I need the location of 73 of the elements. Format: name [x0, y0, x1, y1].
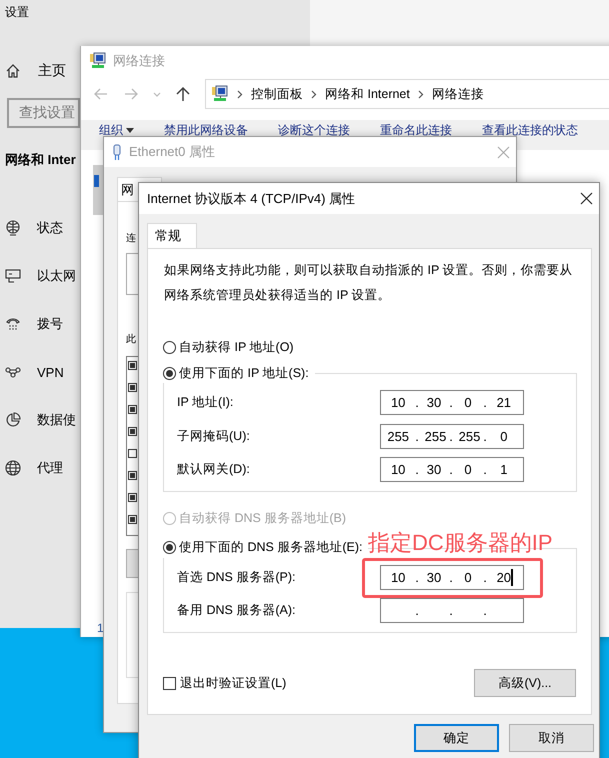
window-title: 设置	[5, 5, 29, 19]
breadcrumb-item[interactable]: 控制面板	[251, 86, 303, 102]
checkbox[interactable]	[128, 361, 137, 370]
chevron-icon	[311, 90, 317, 98]
checkbox[interactable]	[128, 515, 137, 524]
window-title: Ethernet0 属性	[129, 143, 215, 161]
checkbox[interactable]	[128, 383, 137, 392]
advanced-button[interactable]: 高级(V)...	[474, 669, 576, 697]
nav-item[interactable]: VPN	[37, 364, 64, 380]
ok-button[interactable]: 确定	[414, 724, 499, 752]
chevron-icon	[418, 90, 424, 98]
radio-label: 自动获得 DNS 服务器地址(B)	[179, 510, 346, 527]
globe-monitor-icon	[5, 220, 21, 236]
annotation-text: 指定DC服务器的IP	[368, 529, 553, 557]
caret-icon	[126, 128, 134, 133]
radio-button[interactable]	[163, 366, 176, 380]
checkbox-label: 退出时验证设置(L)	[180, 674, 286, 692]
plug-icon	[113, 144, 121, 160]
breadcrumb-item[interactable]: 网络连接	[432, 86, 484, 102]
window-title: Internet 协议版本 4 (TCP/IPv4) 属性	[147, 190, 356, 208]
field-label: 首选 DNS 服务器(P):	[177, 568, 296, 586]
home-icon[interactable]	[5, 63, 21, 79]
search-field[interactable]: 查找设置	[7, 98, 80, 128]
network-icon	[89, 52, 107, 70]
radio-button[interactable]	[163, 541, 176, 554]
ip-address-field[interactable]: 10 . 30 . 0 . 21	[380, 390, 524, 416]
cancel-button[interactable]: 取消	[509, 724, 594, 752]
section-heading: 网络和 Inter	[5, 151, 76, 169]
monitor-icon	[5, 268, 21, 284]
nav-item[interactable]: 拨号	[37, 315, 63, 333]
field-label: 默认网关(D):	[177, 461, 250, 478]
close-icon[interactable]	[580, 192, 593, 205]
nav-item[interactable]: 状态	[37, 219, 63, 237]
nav-item[interactable]: 以太网	[37, 267, 76, 285]
pie-chart-icon	[5, 412, 21, 428]
field-label: IP 地址(I):	[177, 394, 234, 412]
ip-address-field[interactable]: 10 . 30 . 0 . 20	[380, 564, 524, 590]
radio-label: 使用下面的 IP 地址(S):	[179, 364, 309, 382]
window-title: 网络连接	[113, 52, 165, 70]
chevron-icon	[237, 90, 243, 98]
field-label: 子网掩码(U):	[177, 428, 250, 445]
nav-item[interactable]: 代理	[37, 459, 63, 477]
status-bar-text: 1	[97, 621, 104, 635]
address-bar[interactable]: 控制面板 网络和 Internet 网络连接	[205, 79, 609, 109]
radio-label: 自动获得 IP 地址(O)	[179, 338, 294, 356]
toolbar-button[interactable]: 禁用此网络设备	[164, 124, 248, 137]
breadcrumb-item[interactable]: 网络和 Internet	[325, 86, 410, 102]
toolbar-button[interactable]: 重命名此连接	[380, 124, 452, 137]
phone-icon	[5, 316, 21, 332]
network-icon	[211, 85, 229, 103]
toolbar-button[interactable]: 查看此连接的状态	[482, 124, 578, 137]
radio-button[interactable]	[163, 340, 176, 354]
checkbox[interactable]	[128, 405, 137, 414]
toolbar-button[interactable]: 组织	[99, 124, 123, 137]
home-link[interactable]: 主页	[38, 62, 66, 80]
checkbox[interactable]	[128, 449, 137, 458]
field-label: 备用 DNS 服务器(A):	[177, 602, 296, 620]
checkbox[interactable]	[128, 471, 137, 480]
field-label: 此	[126, 332, 136, 347]
description-text: 如果网络支持此功能，则可以获取自动指派的 IP 设置。否则，你需要从网络系统管理员处获得适当的 IP 设置。	[163, 262, 574, 304]
checkbox[interactable]	[128, 427, 137, 436]
adapter-icon	[94, 175, 99, 187]
ip-address-field[interactable]: 10 . 30 . 0 . 1	[380, 457, 524, 482]
field-label: 连	[126, 232, 136, 246]
ip-address-field[interactable]: 255 . 255 . 255 . 0	[380, 424, 524, 449]
radio-label: 使用下面的 DNS 服务器地址(E):	[179, 539, 362, 556]
ip-address-field[interactable]: . . .	[380, 598, 524, 624]
globe-icon	[5, 460, 21, 476]
checkbox[interactable]	[163, 676, 176, 690]
tab[interactable]: 常规	[147, 223, 197, 248]
checkbox[interactable]	[128, 493, 137, 502]
toolbar-button[interactable]: 诊断这个连接	[278, 124, 350, 137]
nav-item[interactable]: 数据使	[37, 411, 76, 429]
